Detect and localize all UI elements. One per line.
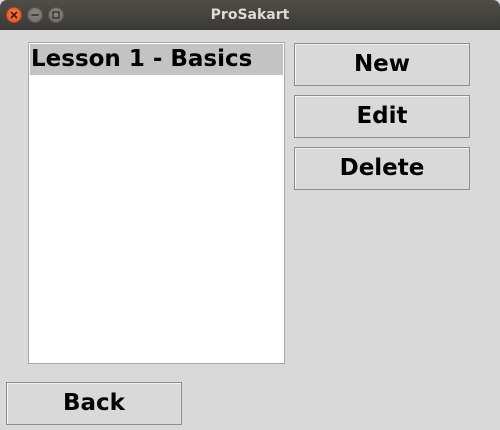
list-item[interactable]: Lesson 1 - Basics	[30, 44, 283, 75]
title-bar[interactable]: ProSakart	[0, 0, 500, 30]
back-button[interactable]: Back	[6, 382, 182, 425]
delete-button[interactable]: Delete	[294, 147, 470, 190]
lesson-list[interactable]: Lesson 1 - Basics	[28, 42, 285, 364]
new-button[interactable]: New	[294, 43, 470, 86]
app-window: ProSakart Lesson 1 - Basics New Edit Del…	[0, 0, 500, 430]
window-title: ProSakart	[210, 7, 290, 23]
edit-button[interactable]: Edit	[294, 95, 470, 138]
